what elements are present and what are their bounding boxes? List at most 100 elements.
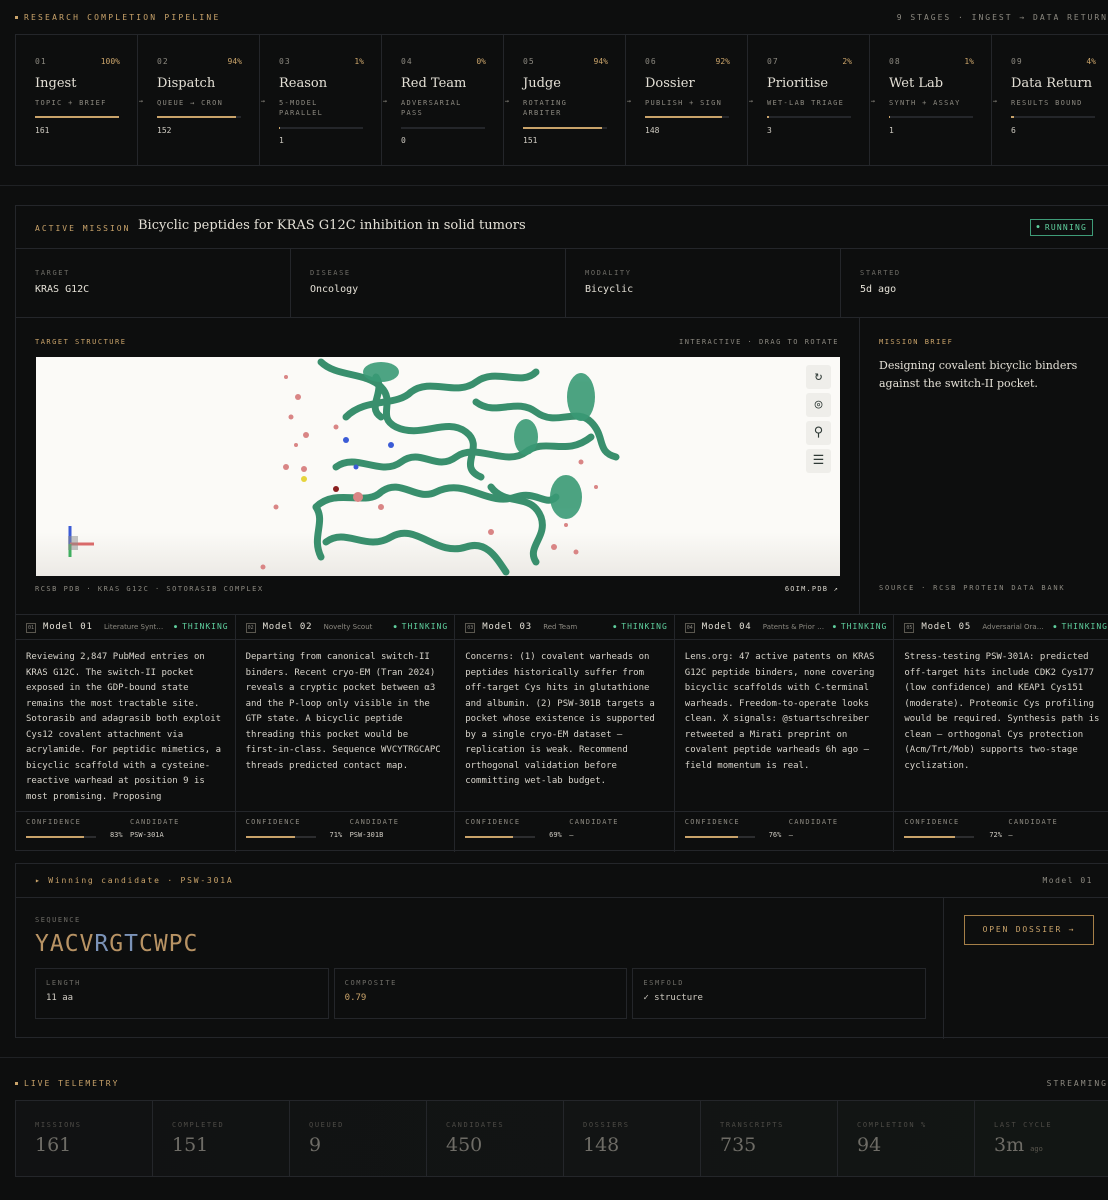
stage-name: Ingest [35, 76, 77, 91]
model-role: Adversarial Oracle [982, 623, 1045, 631]
pipeline-title: RESEARCH COMPLETION PIPELINE [15, 13, 220, 22]
confidence-fill [684, 836, 738, 838]
stage-percent: 92% [715, 57, 730, 66]
confidence-label: CONFIDENCE [904, 818, 960, 826]
stage-number: 02 [157, 57, 169, 66]
model-header: 05 Model 05 Adversarial Oracle THINKING [894, 615, 1108, 640]
open-dossier-button[interactable]: OPEN DOSSIER → [964, 915, 1094, 945]
model-header: 03 Model 03 Red Team THINKING [455, 615, 674, 640]
pipeline-stage[interactable]: 01 100% Ingest TOPIC + BRIEF 161 → [16, 35, 143, 165]
settings-sliders-icon[interactable]: ☰ [806, 449, 831, 473]
telemetry-label: DOSSIERS [583, 1121, 630, 1129]
winning-candidate-panel: Winning candidate · PSW-301A Model 01 SE… [15, 863, 1108, 1039]
pipeline-stage[interactable]: 09 4% Data Return RESULTS BOUND 6 [992, 35, 1108, 165]
telemetry-number: 161 [35, 1134, 72, 1156]
model-header: 04 Model 04 Patents & Prior Art THINKING [674, 615, 894, 640]
stage-subtitle: ROTATING ARBITER [523, 99, 568, 117]
telemetry-cell: MISSIONS 161 [16, 1101, 153, 1176]
confidence-label: CONFIDENCE [465, 818, 521, 826]
stage-number: 03 [279, 57, 291, 66]
active-mission-panel: ACTIVE MISSION Bicyclic peptides for KRA… [15, 205, 1108, 852]
section-divider [0, 1057, 1108, 1058]
candidate-label: CANDIDATE [349, 818, 400, 826]
winner-label: Winning candidate · PSW-301A [35, 876, 234, 885]
stage-number: 09 [1011, 57, 1023, 66]
model-state: THINKING [833, 622, 888, 631]
confidence-fill [465, 836, 514, 838]
model-name: Model 05 [921, 622, 972, 632]
stage-percent: 100% [100, 57, 120, 66]
telemetry-label: CANDIDATES [446, 1121, 505, 1129]
camera-icon[interactable]: ◎ [806, 393, 831, 417]
telemetry-stream-status: STREAMING [1046, 1079, 1108, 1088]
sequence-residues: G [109, 931, 125, 957]
molecule-viewer[interactable]: ↻ ◎ ⚲ ☰ [36, 357, 840, 576]
fact-label: TARGET [35, 269, 70, 277]
telemetry-cell: COMPLETION % 94 [838, 1101, 975, 1176]
model-state: THINKING [1053, 622, 1108, 631]
candidate-label: CANDIDATE [130, 818, 180, 826]
confidence-value: 71% [329, 831, 343, 839]
winner-metric: COMPOSITE 0.79 [333, 968, 628, 1019]
stage-count: 1 [889, 126, 894, 135]
telemetry-cell: TRANSCRIPTS 735 [701, 1101, 838, 1176]
viewer-toolbar: ↻ ◎ ⚲ ☰ [806, 365, 831, 477]
stage-progress-bar [279, 127, 363, 129]
telemetry-value: 148 [583, 1134, 619, 1156]
fact-value: Bicyclic [585, 284, 634, 295]
telemetry-unit: ago [1030, 1145, 1043, 1153]
stage-count: 3 [767, 126, 772, 135]
telemetry-value: 3m ago [994, 1134, 1043, 1156]
stage-name: Dispatch [157, 76, 216, 91]
telemetry-row: MISSIONS 161 COMPLETED 151 QUEUED 9 CANDIDATES… [15, 1100, 1108, 1177]
stage-subtitle: 5-MODEL PARALLEL [279, 99, 324, 117]
mission-fact: STARTED 5d ago [841, 249, 1108, 317]
stage-progress-fill [767, 116, 769, 118]
reset-rotation-icon[interactable]: ↻ [806, 365, 831, 389]
stage-arrow-icon: → [138, 97, 143, 105]
stage-subtitle: TOPIC + BRIEF [35, 99, 107, 107]
pipeline-stage[interactable]: 06 92% Dossier PUBLISH + SIGN 148 → [626, 35, 753, 165]
metric-label: ESMFOLD [643, 979, 685, 987]
stage-count: 6 [1011, 126, 1016, 135]
model-state: THINKING [394, 622, 449, 631]
pipeline-stage[interactable]: 04 0% Red Team ADVERSARIAL PASS 0 → [382, 35, 509, 165]
telemetry-cell: CANDIDATES 450 [427, 1101, 564, 1176]
model-header: 02 Model 02 Novelty Scout THINKING [235, 615, 455, 640]
telemetry-label: MISSIONS [35, 1121, 82, 1129]
confidence-bar [245, 836, 316, 838]
stage-number: 04 [401, 57, 413, 66]
stage-subtitle: PUBLISH + SIGN [645, 99, 723, 107]
model-panel: 04 Model 04 Patents & Prior Art THINKING Len… [674, 615, 895, 852]
metric-value: ✓ structure [643, 993, 703, 1003]
structure-label: TARGET STRUCTURE [35, 338, 127, 346]
confidence-bar [684, 836, 755, 838]
pipeline-stage[interactable]: 03 1% Reason 5-MODEL PARALLEL 1 → [260, 35, 387, 165]
pipeline-stage[interactable]: 05 94% Judge ROTATING ARBITER 151 → [504, 35, 631, 165]
pipeline-stage[interactable]: 02 94% Dispatch QUEUE → CRON 152 → [138, 35, 265, 165]
confidence-bar [465, 836, 536, 838]
stage-number: 05 [523, 57, 535, 66]
model-role: Red Team [543, 623, 578, 631]
sequence-label: SEQUENCE [35, 916, 81, 924]
pdb-file-link[interactable]: 6OIM.PDB ↗ [785, 585, 839, 593]
stage-progress-bar [401, 127, 485, 129]
telemetry-label: TRANSCRIPTS [720, 1121, 784, 1129]
candidate-label: CANDIDATE [788, 818, 839, 826]
telemetry-label: COMPLETED [172, 1121, 225, 1129]
fact-value: Oncology [310, 284, 359, 295]
pipeline-stage[interactable]: 07 2% Prioritise WET-LAB TRIAGE 3 → [748, 35, 875, 165]
telemetry-value: 161 [35, 1134, 71, 1156]
telemetry-number: 9 [309, 1134, 322, 1156]
model-footer: CONFIDENCE CANDIDATE 72% — [894, 811, 1108, 852]
target-structure-panel: TARGET STRUCTURE INTERACTIVE · DRAG TO R… [16, 318, 860, 614]
stage-percent: 4% [1086, 57, 1096, 66]
wrench-icon[interactable]: ⚲ [806, 421, 831, 445]
pipeline-stage[interactable]: 08 1% Wet Lab SYNTH + ASSAY 1 → [870, 35, 997, 165]
model-footer: CONFIDENCE CANDIDATE 83% PSW-301A [16, 811, 235, 852]
stage-count: 1 [279, 136, 284, 145]
mission-fact: DISEASE Oncology [291, 249, 566, 317]
confidence-value: 69% [549, 831, 562, 839]
model-role: Literature Synthesist [104, 623, 166, 631]
sequence-residues: YACV [35, 931, 95, 957]
